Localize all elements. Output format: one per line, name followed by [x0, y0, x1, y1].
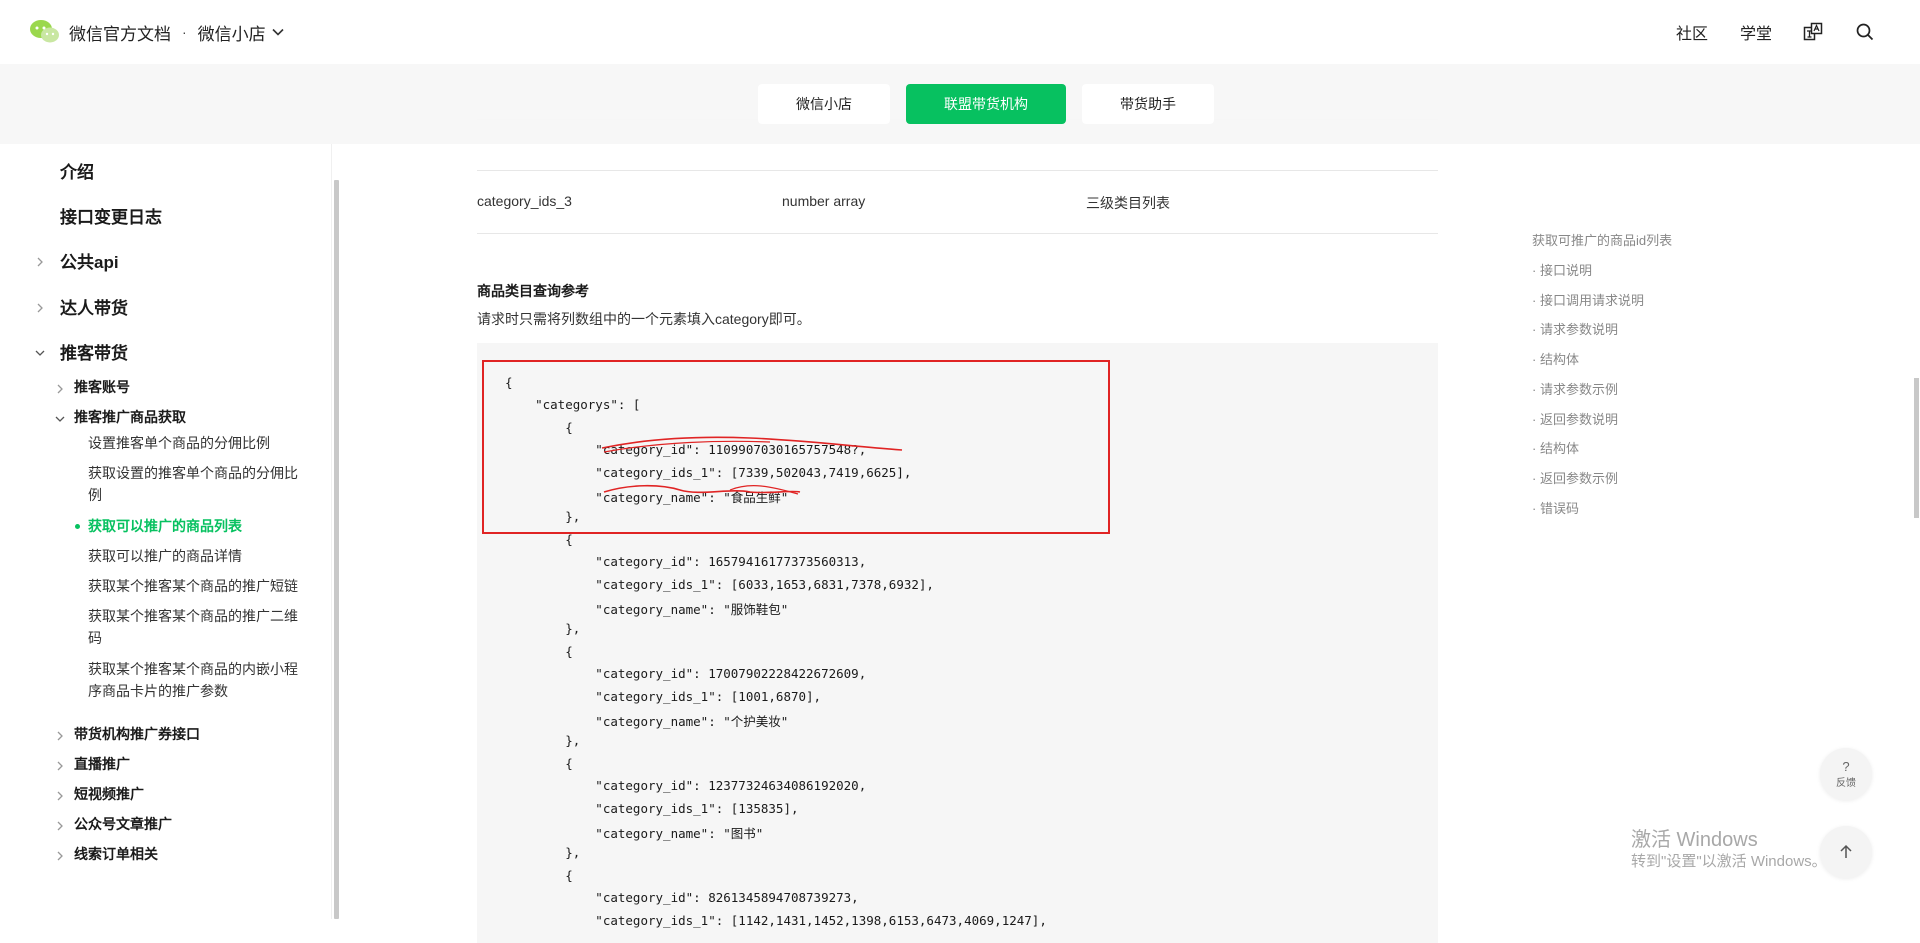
page-scrollbar[interactable]: [1914, 378, 1919, 518]
table-cell-type: number array: [782, 193, 866, 209]
chevron-right-icon[interactable]: [55, 728, 65, 746]
code-line: "category_ids_1": [135835],: [505, 800, 799, 816]
chevron-right-icon[interactable]: [55, 848, 65, 866]
code-line: "category_id": 12377324634086192020,: [505, 778, 867, 794]
sidebar-item-l3[interactable]: 设置推客单个商品的分佣比例: [88, 432, 304, 454]
code-line: "category_id": 8261345894708739273,: [505, 890, 859, 906]
code-line: },: [505, 621, 581, 637]
chevron-down-icon: [272, 28, 284, 36]
back-to-top-button[interactable]: [1820, 826, 1872, 878]
tab-alliance-agency[interactable]: 联盟带货机构: [906, 84, 1066, 124]
arrow-up-icon: [1840, 844, 1852, 858]
toc-item[interactable]: · 返回参数说明: [1532, 409, 1618, 428]
windows-activation-watermark: 激活 Windows: [1631, 829, 1758, 851]
sidebar-item-l2[interactable]: 线索订单相关: [74, 844, 158, 864]
sidebar-item-l2[interactable]: 推客账号: [74, 377, 130, 397]
code-line: {: [505, 643, 573, 659]
feedback-button[interactable]: ? 反馈: [1820, 748, 1872, 800]
sidebar-item-l3[interactable]: 获取某个推客某个商品的推广二维码: [88, 605, 304, 649]
sidebar-item-l1[interactable]: 公共api: [60, 248, 119, 273]
sidebar-item-l3[interactable]: 获取设置的推客单个商品的分佣比例: [88, 462, 304, 506]
chevron-down-icon[interactable]: [55, 411, 65, 429]
windows-activation-hint: 转到"设置"以激活 Windows。: [1631, 853, 1827, 870]
code-line: "category_name": "服饰鞋包": [505, 602, 789, 617]
toc-item[interactable]: · 请求参数说明: [1532, 319, 1618, 338]
toc-title[interactable]: 获取可推广的商品id列表: [1532, 230, 1672, 249]
toc-item[interactable]: · 接口说明: [1532, 260, 1592, 279]
translate-icon[interactable]: [1802, 21, 1824, 43]
toc-item[interactable]: · 结构体: [1532, 438, 1579, 457]
sidebar-item-l2[interactable]: 短视频推广: [74, 784, 144, 804]
code-line: },: [505, 733, 581, 749]
academy-link[interactable]: 学堂: [1740, 20, 1772, 44]
chevron-down-icon[interactable]: [35, 345, 45, 363]
code-line: },: [505, 845, 581, 861]
sidebar-item-l3[interactable]: 获取某个推客某个商品的内嵌小程序商品卡片的推广参数: [88, 658, 304, 702]
sidebar-item-l1[interactable]: 推客带货: [60, 339, 128, 364]
sidebar-item-l2[interactable]: 公众号文章推广: [74, 814, 172, 834]
top-header: 微信官方文档 · 微信小店 社区 学堂: [0, 0, 1920, 64]
chevron-right-icon[interactable]: [55, 818, 65, 836]
code-line: "category_id": 17007902228422672609,: [505, 666, 867, 682]
table-divider: [477, 233, 1438, 234]
chevron-right-icon[interactable]: [35, 254, 45, 272]
table-divider: [477, 170, 1438, 171]
sidebar-item-l1[interactable]: 介绍: [60, 158, 94, 183]
code-line: {: [505, 755, 573, 771]
subnav-tabs: 微信小店 联盟带货机构 带货助手: [758, 84, 1230, 124]
code-line: {: [505, 531, 573, 547]
code-line: "category_id": 16579416177373560313,: [505, 554, 867, 570]
sidebar-item-l3[interactable]: 获取可以推广的商品列表: [88, 515, 304, 537]
tab-wechat-shop[interactable]: 微信小店: [758, 84, 890, 124]
wechat-logo-icon: [30, 20, 59, 43]
sub-navigation: 微信小店 联盟带货机构 带货助手: [0, 64, 1920, 144]
section-title: 商品类目查询参考: [477, 283, 589, 299]
code-line: "category_name": "个护美妆": [505, 714, 789, 729]
sidebar-item-l3[interactable]: 获取某个推客某个商品的推广短链: [88, 575, 304, 597]
code-line: "category_name": "图书": [505, 826, 764, 841]
header-right: 社区 学堂: [1644, 0, 1876, 64]
community-link[interactable]: 社区: [1676, 20, 1708, 44]
table-cell-field: category_ids_3: [477, 193, 572, 209]
chevron-right-icon[interactable]: [35, 300, 45, 318]
table-cell-desc: 三级类目列表: [1086, 195, 1170, 211]
sidebar-item-l2[interactable]: 直播推广: [74, 754, 130, 774]
red-strikethrough-scribble: [601, 436, 903, 495]
chevron-right-icon[interactable]: [55, 758, 65, 776]
chevron-right-icon[interactable]: [55, 381, 65, 399]
chevron-right-icon[interactable]: [55, 788, 65, 806]
question-icon: ?: [1842, 758, 1850, 774]
section-description: 请求时只需将列数组中的一个元素填入category即可。: [477, 311, 811, 327]
tab-sales-assistant[interactable]: 带货助手: [1082, 84, 1214, 124]
sidebar-item-l1[interactable]: 达人带货: [60, 294, 128, 319]
sidebar-item-l3[interactable]: 获取可以推广的商品详情: [88, 545, 304, 567]
product-select[interactable]: 微信小店: [198, 20, 284, 45]
sidebar-scrollbar[interactable]: [334, 180, 339, 919]
brand-separator: ·: [182, 24, 187, 40]
code-line: "category_ids_1": [1001,6870],: [505, 688, 822, 704]
feedback-label: 反馈: [1836, 777, 1856, 789]
search-icon[interactable]: [1854, 21, 1876, 43]
sidebar-item-l2[interactable]: 带货机构推广券接口: [74, 724, 200, 744]
toc-item[interactable]: · 请求参数示例: [1532, 379, 1618, 398]
active-indicator-dot: [75, 524, 80, 529]
product-select-label: 微信小店: [197, 24, 266, 44]
toc-item[interactable]: · 接口调用请求说明: [1532, 290, 1644, 309]
toc-item[interactable]: · 返回参数示例: [1532, 468, 1618, 487]
sidebar-item-l1[interactable]: 接口变更日志: [60, 203, 162, 228]
toc-item[interactable]: · 结构体: [1532, 349, 1579, 368]
code-line: {: [505, 867, 573, 883]
code-line: "category_ids_1": [1142,1431,1452,1398,6…: [505, 912, 1047, 928]
sidebar-item-l2[interactable]: 推客推广商品获取: [74, 407, 186, 427]
toc-item[interactable]: · 错误码: [1532, 498, 1579, 517]
brand-title: 微信官方文档: [69, 24, 171, 44]
brand[interactable]: 微信官方文档: [29, 19, 171, 45]
code-line: "category_ids_1": [6033,1653,6831,7378,6…: [505, 576, 934, 592]
